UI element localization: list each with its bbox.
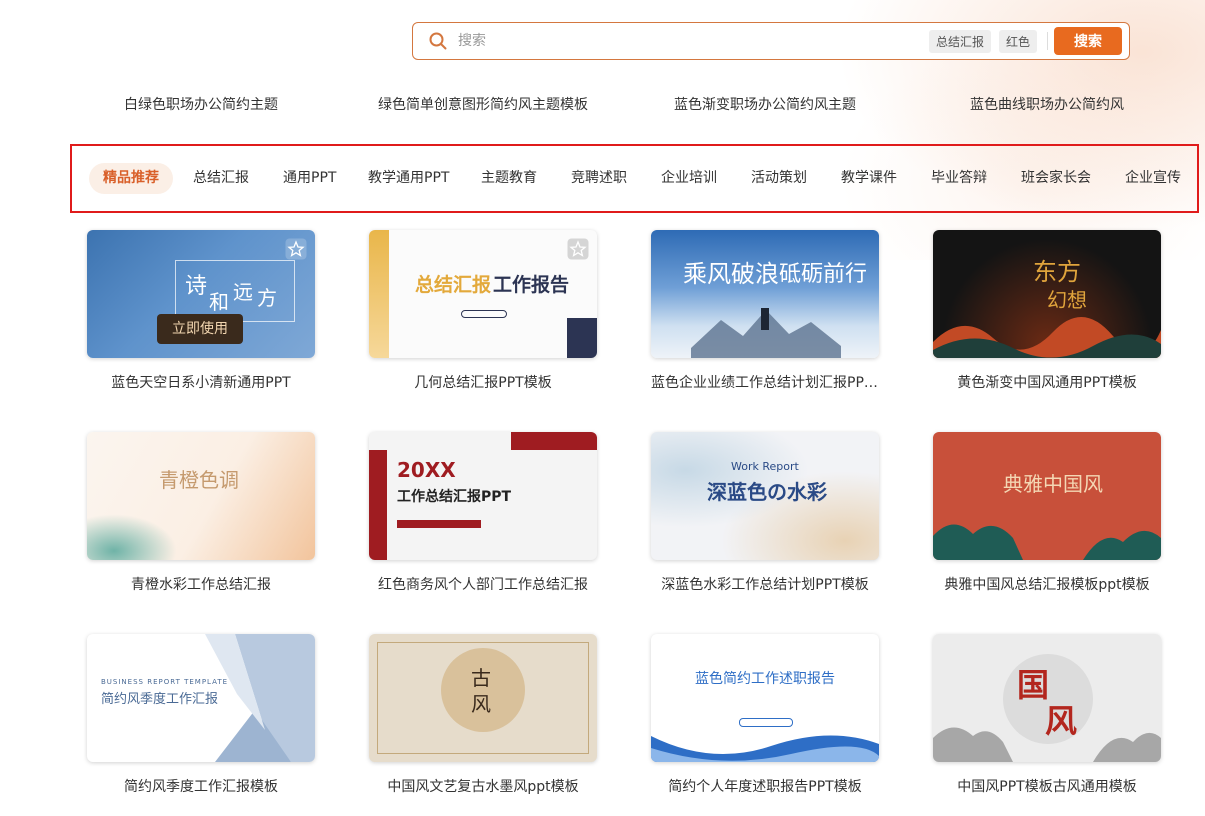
pill-decoration: [461, 310, 507, 318]
category-tab[interactable]: 班会家长会: [1021, 163, 1091, 194]
category-tab[interactable]: 活动策划: [751, 163, 807, 194]
template-card[interactable]: Work Report 深蓝色の水彩 深蓝色水彩工作总结计划PPT模板: [651, 432, 879, 594]
template-thumbnail[interactable]: 蓝色简约工作述职报告: [651, 634, 879, 762]
template-title[interactable]: 简约风季度工作汇报模板: [87, 776, 315, 796]
hot-link[interactable]: 蓝色渐变职场办公简约风主题: [674, 94, 856, 114]
wave-mountain-illustration: [933, 316, 1161, 358]
template-title[interactable]: 蓝色企业业绩工作总结计划汇报PPT模板: [651, 372, 879, 392]
category-tab[interactable]: 教学通用PPT: [368, 163, 449, 194]
template-thumbnail[interactable]: 诗 和 远 方 立即使用: [87, 230, 315, 358]
template-thumbnail[interactable]: 国 风: [933, 634, 1161, 762]
thumb-text: 深蓝色の水彩: [707, 480, 827, 504]
category-tab[interactable]: 毕业答辩: [931, 163, 987, 194]
hot-keywords: 白绿色职场办公简约主题 绿色简单创意图形简约风主题模板 蓝色渐变职场办公简约风主…: [0, 94, 1205, 114]
template-thumbnail[interactable]: 典雅中国风: [933, 432, 1161, 560]
template-title[interactable]: 红色商务风个人部门工作总结汇报: [369, 574, 597, 594]
template-thumbnail[interactable]: 古 风: [369, 634, 597, 762]
thumb-text: 青橙色调: [159, 468, 239, 492]
template-card[interactable]: 青橙色调 青橙水彩工作总结汇报: [87, 432, 315, 594]
thumb-text: 典雅中国风: [1003, 472, 1103, 496]
star-icon[interactable]: [567, 238, 589, 260]
thumb-text: Work Report: [731, 460, 799, 473]
ink-mountain-illustration: [933, 727, 1161, 762]
template-card[interactable]: BUSINESS REPORT TEMPLATE 简约风季度工作汇报 简约风季度…: [87, 634, 315, 796]
template-thumbnail[interactable]: 总结汇报 工作报告: [369, 230, 597, 358]
template-title[interactable]: 蓝色天空日系小清新通用PPT: [87, 372, 315, 392]
category-tab[interactable]: 竞聘述职: [571, 163, 627, 194]
mountain-illustration: [691, 308, 841, 358]
template-thumbnail[interactable]: 东方 幻想: [933, 230, 1161, 358]
wave-decoration: [651, 735, 879, 762]
thumb-text: 简约风季度工作汇报: [101, 692, 219, 707]
search-tag-red[interactable]: 红色: [998, 29, 1037, 53]
geometric-decoration: [567, 318, 597, 358]
thumb-text: 乘风破浪: [683, 260, 779, 288]
template-card[interactable]: 国 风 中国风PPT模板古风通用模板: [933, 634, 1161, 796]
template-thumbnail[interactable]: Work Report 深蓝色の水彩: [651, 432, 879, 560]
category-tab[interactable]: 企业宣传: [1125, 163, 1181, 194]
template-thumbnail[interactable]: 乘风破浪 砥砺前行: [651, 230, 879, 358]
thumb-text: 总结汇报: [415, 274, 492, 296]
template-card[interactable]: 典雅中国风 典雅中国风总结汇报模板ppt模板: [933, 432, 1161, 594]
category-tab[interactable]: 主题教育: [481, 163, 537, 194]
template-card[interactable]: 乘风破浪 砥砺前行 蓝色企业业绩工作总结计划汇报PPT模板: [651, 230, 879, 392]
template-title[interactable]: 中国风PPT模板古风通用模板: [933, 776, 1161, 796]
thumb-text: 远: [233, 280, 253, 304]
category-tab[interactable]: 总结汇报: [193, 163, 249, 194]
category-tab[interactable]: 教学课件: [841, 163, 897, 194]
search-button[interactable]: 搜索: [1054, 27, 1122, 55]
thumb-text: 古: [471, 666, 491, 690]
template-thumbnail[interactable]: BUSINESS REPORT TEMPLATE 简约风季度工作汇报: [87, 634, 315, 762]
template-title[interactable]: 黄色渐变中国风通用PPT模板: [933, 372, 1161, 392]
template-card[interactable]: 古 风 中国风文艺复古水墨风ppt模板: [369, 634, 597, 796]
hot-link[interactable]: 蓝色曲线职场办公简约风: [970, 94, 1124, 114]
template-card[interactable]: 总结汇报 工作报告 几何总结汇报PPT模板: [369, 230, 597, 392]
thumb-text: 20XX: [397, 458, 456, 482]
template-title[interactable]: 青橙水彩工作总结汇报: [87, 574, 315, 594]
template-card[interactable]: 20XX 工作总结汇报PPT 红色商务风个人部门工作总结汇报: [369, 432, 597, 594]
thumb-text: 砥砺前行: [779, 262, 868, 287]
search-tag-summary[interactable]: 总结汇报: [928, 29, 991, 53]
search-input[interactable]: [456, 32, 929, 50]
thumb-text: 东方: [1033, 258, 1081, 286]
template-title[interactable]: 深蓝色水彩工作总结计划PPT模板: [651, 574, 879, 594]
category-tab-featured[interactable]: 精品推荐: [89, 163, 173, 194]
thumb-text: 蓝色简约工作述职报告: [695, 671, 835, 687]
template-title[interactable]: 简约个人年度述职报告PPT模板: [651, 776, 879, 796]
hot-link[interactable]: 白绿色职场办公简约主题: [124, 94, 278, 114]
template-card[interactable]: 诗 和 远 方 立即使用 蓝色天空日系小清新通用PPT: [87, 230, 315, 392]
template-thumbnail[interactable]: 20XX 工作总结汇报PPT: [369, 432, 597, 560]
star-icon[interactable]: [285, 238, 307, 260]
search-divider: [1047, 32, 1048, 50]
mountain-illustration: [933, 524, 1161, 560]
use-now-button[interactable]: 立即使用: [157, 314, 243, 344]
category-tab[interactable]: 通用PPT: [283, 163, 336, 194]
red-bar-decoration: [511, 432, 597, 450]
thumb-text: 诗: [185, 274, 208, 299]
info-bar-decoration: [397, 520, 481, 528]
red-bar-decoration: [369, 450, 387, 560]
template-card[interactable]: 东方 幻想 黄色渐变中国风通用PPT模板: [933, 230, 1161, 392]
category-nav: 精品推荐 总结汇报 通用PPT 教学通用PPT 主题教育 竞聘述职 企业培训 活…: [70, 144, 1199, 213]
category-tab[interactable]: 企业培训: [661, 163, 717, 194]
template-thumbnail[interactable]: 青橙色调: [87, 432, 315, 560]
template-title[interactable]: 中国风文艺复古水墨风ppt模板: [369, 776, 597, 796]
thumb-text: BUSINESS REPORT TEMPLATE: [101, 678, 229, 686]
hot-link[interactable]: 绿色简单创意图形简约风主题模板: [378, 94, 588, 114]
watercolor-decoration: [87, 514, 177, 560]
template-title[interactable]: 典雅中国风总结汇报模板ppt模板: [933, 574, 1161, 594]
thumb-text: 风: [471, 692, 491, 716]
template-title[interactable]: 几何总结汇报PPT模板: [369, 372, 597, 392]
thumb-text: 工作报告: [493, 274, 570, 296]
geometric-decoration: [369, 230, 389, 358]
thumb-text: 和: [209, 290, 229, 314]
search-bar: 总结汇报 红色 搜索: [412, 22, 1130, 60]
thumb-text: 工作总结汇报PPT: [397, 489, 512, 505]
search-icon: [429, 32, 447, 50]
template-card[interactable]: 蓝色简约工作述职报告 简约个人年度述职报告PPT模板: [651, 634, 879, 796]
thumb-text: 方: [257, 286, 277, 310]
